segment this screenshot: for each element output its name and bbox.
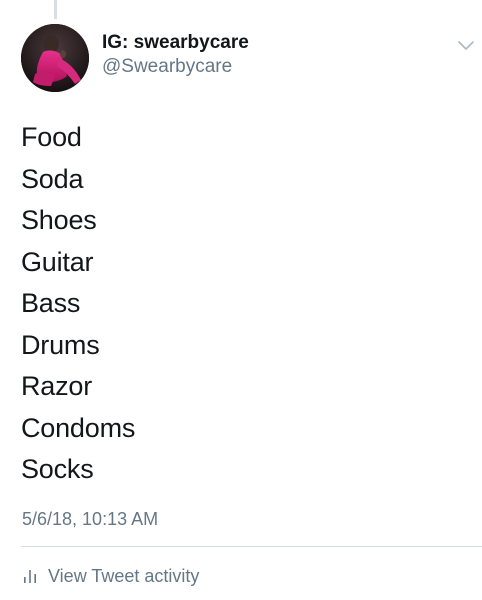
tweet-line: Condoms (21, 412, 136, 443)
tweet-line: Drums (21, 329, 100, 360)
view-tweet-activity-link[interactable]: View Tweet activity (22, 564, 199, 588)
thread-connector-line (54, 0, 57, 19)
avatar[interactable] (21, 24, 89, 92)
tweet-line: Food (21, 122, 82, 152)
tweet-line: Guitar (21, 246, 94, 277)
tweet-timestamp[interactable]: 5/6/18, 10:13 AM (22, 508, 158, 530)
tweet-line: Shoes (21, 205, 97, 235)
avatar-image (21, 24, 89, 92)
author-display-name[interactable]: IG: swearbycare (102, 32, 249, 54)
tweet-author[interactable]: IG: swearbycare @Swearbycare (102, 32, 249, 79)
tweet-page: IG: swearbycare @Swearbycare Food Soda S… (0, 0, 482, 600)
tweet-line: Soda (21, 163, 84, 194)
chevron-down-icon[interactable] (457, 40, 475, 52)
tweet-line: Bass (21, 288, 81, 318)
bar-chart-icon (24, 570, 36, 583)
tweet-line: Razor (21, 371, 93, 401)
divider (21, 546, 482, 547)
tweet-line: Socks (21, 454, 94, 484)
view-tweet-activity-label[interactable]: View Tweet activity (48, 565, 199, 587)
tweet-text: Food Soda Shoes Guitar Bass Drums Razor … (21, 117, 135, 491)
author-handle[interactable]: @Swearbycare (102, 55, 249, 79)
